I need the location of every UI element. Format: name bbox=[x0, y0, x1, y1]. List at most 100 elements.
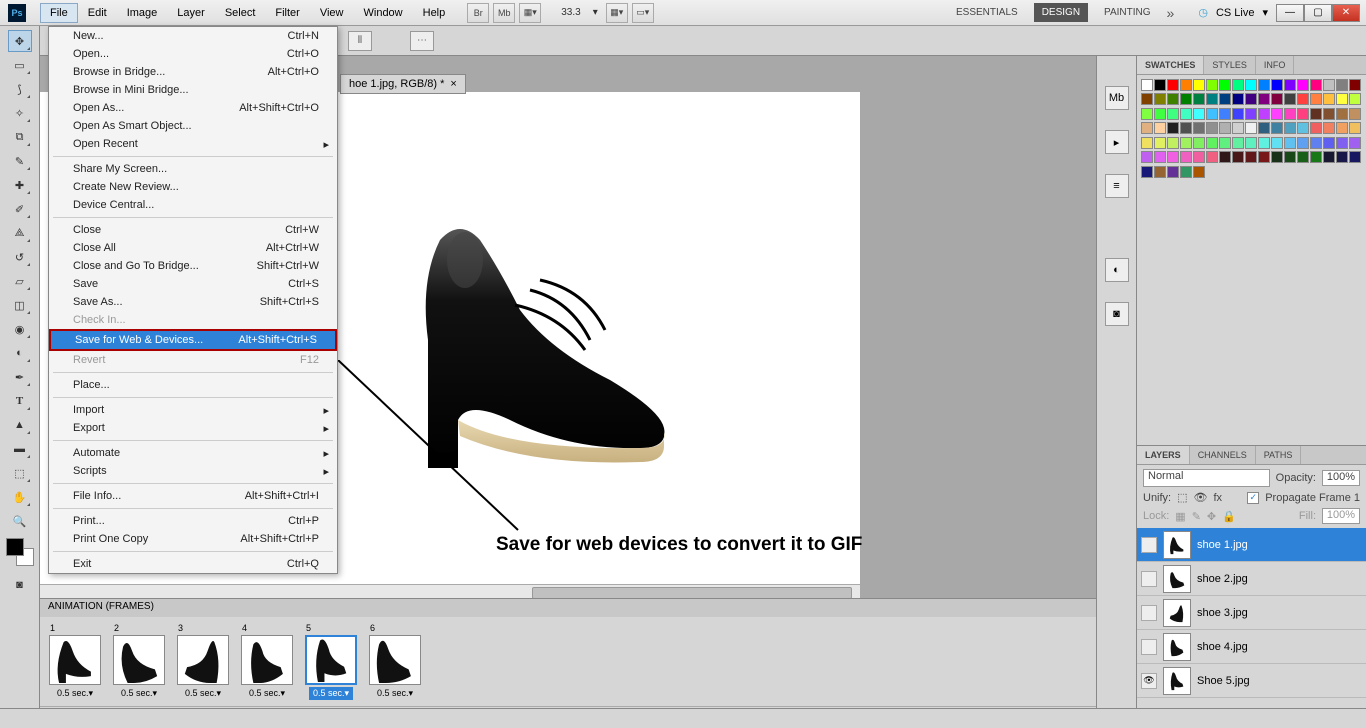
swatch[interactable] bbox=[1180, 151, 1192, 163]
animation-frame[interactable]: 30.5 sec.▾ bbox=[174, 623, 232, 700]
swatch[interactable] bbox=[1323, 93, 1335, 105]
swatch[interactable] bbox=[1154, 108, 1166, 120]
visibility-toggle[interactable] bbox=[1141, 537, 1157, 553]
swatches-grid[interactable] bbox=[1137, 75, 1366, 183]
swatch[interactable] bbox=[1180, 137, 1192, 149]
swatch[interactable] bbox=[1232, 137, 1244, 149]
animation-frame[interactable]: 40.5 sec.▾ bbox=[238, 623, 296, 700]
unify-style-icon[interactable]: fx bbox=[1214, 492, 1223, 504]
crop-tool[interactable]: ⧉ bbox=[8, 126, 32, 148]
swatch[interactable] bbox=[1193, 108, 1205, 120]
swatch[interactable] bbox=[1271, 79, 1283, 91]
swatch[interactable] bbox=[1206, 93, 1218, 105]
swatch[interactable] bbox=[1180, 108, 1192, 120]
maximize-button[interactable]: ▢ bbox=[1304, 4, 1332, 22]
history-panel-icon[interactable]: ▸ bbox=[1105, 130, 1129, 154]
swatch[interactable] bbox=[1219, 137, 1231, 149]
visibility-toggle[interactable] bbox=[1141, 571, 1157, 587]
color-swatches[interactable] bbox=[6, 538, 34, 566]
tab-info[interactable]: INFO bbox=[1256, 56, 1295, 74]
swatch[interactable] bbox=[1258, 137, 1270, 149]
lasso-tool[interactable]: ⟆ bbox=[8, 78, 32, 100]
swatch[interactable] bbox=[1167, 151, 1179, 163]
menuitem-print[interactable]: Print...Ctrl+P bbox=[49, 512, 337, 530]
swatch[interactable] bbox=[1271, 151, 1283, 163]
bridge-icon[interactable]: Br bbox=[467, 3, 489, 23]
close-button[interactable]: ✕ bbox=[1332, 4, 1360, 22]
menu-filter[interactable]: Filter bbox=[265, 3, 309, 23]
swatch[interactable] bbox=[1258, 93, 1270, 105]
minibridge-icon[interactable]: Mb bbox=[493, 3, 515, 23]
brush-tool[interactable]: ✐ bbox=[8, 198, 32, 220]
lock-all-icon[interactable]: 🔒 bbox=[1222, 510, 1236, 523]
swatch[interactable] bbox=[1349, 137, 1361, 149]
minimize-button[interactable]: — bbox=[1276, 4, 1304, 22]
swatch[interactable] bbox=[1180, 166, 1192, 178]
menuitem-create-new-review[interactable]: Create New Review... bbox=[49, 178, 337, 196]
swatch[interactable] bbox=[1219, 93, 1231, 105]
swatch[interactable] bbox=[1206, 108, 1218, 120]
menuitem-place[interactable]: Place... bbox=[49, 376, 337, 394]
swatch[interactable] bbox=[1284, 93, 1296, 105]
tab-swatches[interactable]: SWATCHES bbox=[1137, 56, 1204, 74]
swatch[interactable] bbox=[1349, 108, 1361, 120]
swatch[interactable] bbox=[1206, 79, 1218, 91]
swatch[interactable] bbox=[1219, 108, 1231, 120]
swatch[interactable] bbox=[1336, 137, 1348, 149]
swatch[interactable] bbox=[1232, 108, 1244, 120]
animation-frame[interactable]: 10.5 sec.▾ bbox=[46, 623, 104, 700]
swatch[interactable] bbox=[1323, 122, 1335, 134]
visibility-toggle[interactable] bbox=[1141, 639, 1157, 655]
swatch[interactable] bbox=[1154, 122, 1166, 134]
cs-live-icon[interactable]: ◷ bbox=[1198, 6, 1208, 19]
screen-mode-icon[interactable]: ▭▾ bbox=[632, 3, 654, 23]
swatch[interactable] bbox=[1167, 108, 1179, 120]
stamp-tool[interactable]: ⟁ bbox=[8, 222, 32, 244]
fill-field[interactable]: 100% bbox=[1322, 508, 1360, 524]
menu-image[interactable]: Image bbox=[117, 3, 168, 23]
lock-transparency-icon[interactable]: ▦ bbox=[1175, 510, 1185, 523]
tab-channels[interactable]: CHANNELS bbox=[1190, 446, 1256, 464]
tab-paths[interactable]: PATHS bbox=[1256, 446, 1302, 464]
menuitem-import[interactable]: Import▸ bbox=[49, 401, 337, 419]
menuitem-automate[interactable]: Automate▸ bbox=[49, 444, 337, 462]
menuitem-open-as[interactable]: Open As...Alt+Shift+Ctrl+O bbox=[49, 99, 337, 117]
layer-row[interactable]: shoe 2.jpg bbox=[1137, 562, 1366, 596]
swatch[interactable] bbox=[1180, 93, 1192, 105]
distribute-v-icon[interactable]: ⦀ bbox=[348, 31, 372, 51]
swatch[interactable] bbox=[1206, 137, 1218, 149]
swatch[interactable] bbox=[1154, 151, 1166, 163]
tab-layers[interactable]: LAYERS bbox=[1137, 446, 1190, 464]
marquee-tool[interactable]: ▭ bbox=[8, 54, 32, 76]
menuitem-save-for-web-devices[interactable]: Save for Web & Devices...Alt+Shift+Ctrl+… bbox=[49, 329, 337, 351]
swatch[interactable] bbox=[1245, 108, 1257, 120]
tab-styles[interactable]: STYLES bbox=[1204, 56, 1256, 74]
menuitem-close-all[interactable]: Close AllAlt+Ctrl+W bbox=[49, 239, 337, 257]
swatch[interactable] bbox=[1258, 122, 1270, 134]
menu-select[interactable]: Select bbox=[215, 3, 266, 23]
swatch[interactable] bbox=[1297, 79, 1309, 91]
swatch[interactable] bbox=[1297, 122, 1309, 134]
swatch[interactable] bbox=[1193, 122, 1205, 134]
menuitem-scripts[interactable]: Scripts▸ bbox=[49, 462, 337, 480]
frame-delay[interactable]: 0.5 sec.▾ bbox=[53, 687, 97, 700]
menuitem-browse-in-bridge[interactable]: Browse in Bridge...Alt+Ctrl+O bbox=[49, 63, 337, 81]
menu-window[interactable]: Window bbox=[354, 3, 413, 23]
menuitem-save[interactable]: SaveCtrl+S bbox=[49, 275, 337, 293]
menuitem-open-recent[interactable]: Open Recent▸ bbox=[49, 135, 337, 153]
frame-delay[interactable]: 0.5 sec.▾ bbox=[373, 687, 417, 700]
swatch[interactable] bbox=[1232, 122, 1244, 134]
swatch[interactable] bbox=[1141, 166, 1153, 178]
menu-edit[interactable]: Edit bbox=[78, 3, 117, 23]
menuitem-open[interactable]: Open...Ctrl+O bbox=[49, 45, 337, 63]
zoom-tool[interactable]: 🔍 bbox=[8, 510, 32, 532]
swatch[interactable] bbox=[1258, 151, 1270, 163]
quick-mask-icon[interactable]: ◙ bbox=[8, 574, 32, 596]
menu-help[interactable]: Help bbox=[413, 3, 456, 23]
swatch[interactable] bbox=[1219, 122, 1231, 134]
swatch[interactable] bbox=[1310, 137, 1322, 149]
pen-tool[interactable]: ✒ bbox=[8, 366, 32, 388]
swatch[interactable] bbox=[1245, 137, 1257, 149]
zoom-value[interactable]: 33.3 bbox=[557, 7, 584, 18]
frame-delay[interactable]: 0.5 sec.▾ bbox=[309, 687, 353, 700]
